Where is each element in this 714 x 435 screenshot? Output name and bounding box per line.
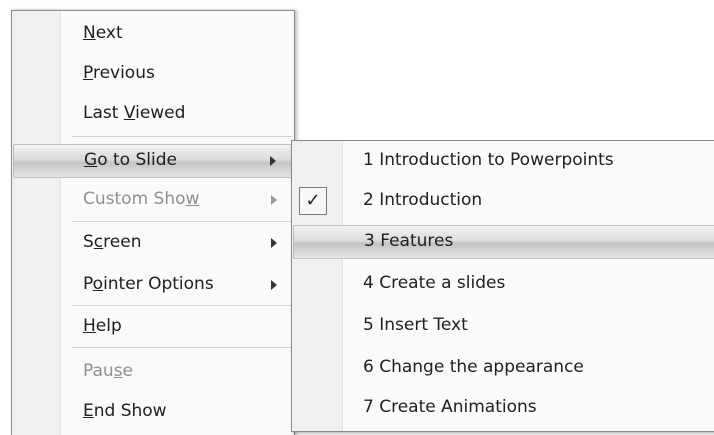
menu-item-end-show[interactable]: End Show: [13, 396, 293, 428]
menu-item-label: Last Viewed: [83, 103, 186, 123]
menu-item-help[interactable]: Help: [13, 311, 293, 343]
slide-item-label: 6 Change the appearance: [363, 357, 584, 377]
slide-item-4[interactable]: 4 Create a slides: [293, 268, 714, 300]
slideshow-context-menu: Next Previous Last Viewed Go to Slide Cu…: [11, 10, 295, 435]
slide-item-1[interactable]: 1 Introduction to Powerpoints: [293, 145, 714, 177]
slide-item-label: 2 Introduction: [363, 190, 483, 210]
slide-item-label: 4 Create a slides: [363, 273, 506, 293]
slide-item-label: 7 Create Animations: [363, 397, 537, 417]
slide-item-2[interactable]: ✓ 2 Introduction: [293, 185, 714, 217]
menu-item-last-viewed[interactable]: Last Viewed: [13, 98, 293, 130]
slide-item-3[interactable]: 3 Features: [293, 225, 714, 259]
menu-item-next[interactable]: Next: [13, 18, 293, 50]
go-to-slide-submenu: 1 Introduction to Powerpoints ✓ 2 Introd…: [291, 140, 714, 432]
slide-item-6[interactable]: 6 Change the appearance: [293, 352, 714, 384]
menu-item-label: Previous: [83, 63, 155, 83]
menu-item-custom-show[interactable]: Custom Show: [13, 184, 293, 216]
slide-item-7[interactable]: 7 Create Animations: [293, 392, 714, 424]
menu-item-label: Custom Show: [83, 189, 200, 209]
slide-item-5[interactable]: 5 Insert Text: [293, 310, 714, 342]
menu-separator: [72, 347, 292, 349]
menu-item-label: End Show: [83, 401, 167, 421]
slide-item-label: 5 Insert Text: [363, 315, 468, 335]
menu-separator: [72, 221, 292, 223]
submenu-arrow-icon: [271, 195, 277, 205]
slide-item-label: 3 Features: [364, 231, 454, 251]
menu-item-go-to-slide[interactable]: Go to Slide: [13, 144, 293, 178]
submenu-arrow-icon: [271, 238, 277, 248]
menu-item-screen[interactable]: Screen: [13, 227, 293, 259]
menu-item-previous[interactable]: Previous: [13, 58, 293, 90]
submenu-arrow-icon: [271, 280, 277, 290]
submenu-arrow-icon: [270, 156, 276, 166]
menu-item-pointer-options[interactable]: Pointer Options: [13, 269, 293, 301]
menu-item-label: Screen: [83, 232, 142, 252]
menu-separator: [72, 305, 292, 307]
menu-item-label: Pause: [83, 361, 134, 381]
menu-item-label: Help: [83, 316, 122, 336]
slide-item-label: 1 Introduction to Powerpoints: [363, 150, 614, 170]
menu-item-label: Pointer Options: [83, 274, 214, 294]
menu-item-label: Next: [83, 23, 123, 43]
menu-item-pause[interactable]: Pause: [13, 356, 293, 388]
menu-item-label: Go to Slide: [84, 150, 177, 170]
checkmark-icon: ✓: [299, 187, 327, 215]
menu-separator: [72, 136, 292, 138]
